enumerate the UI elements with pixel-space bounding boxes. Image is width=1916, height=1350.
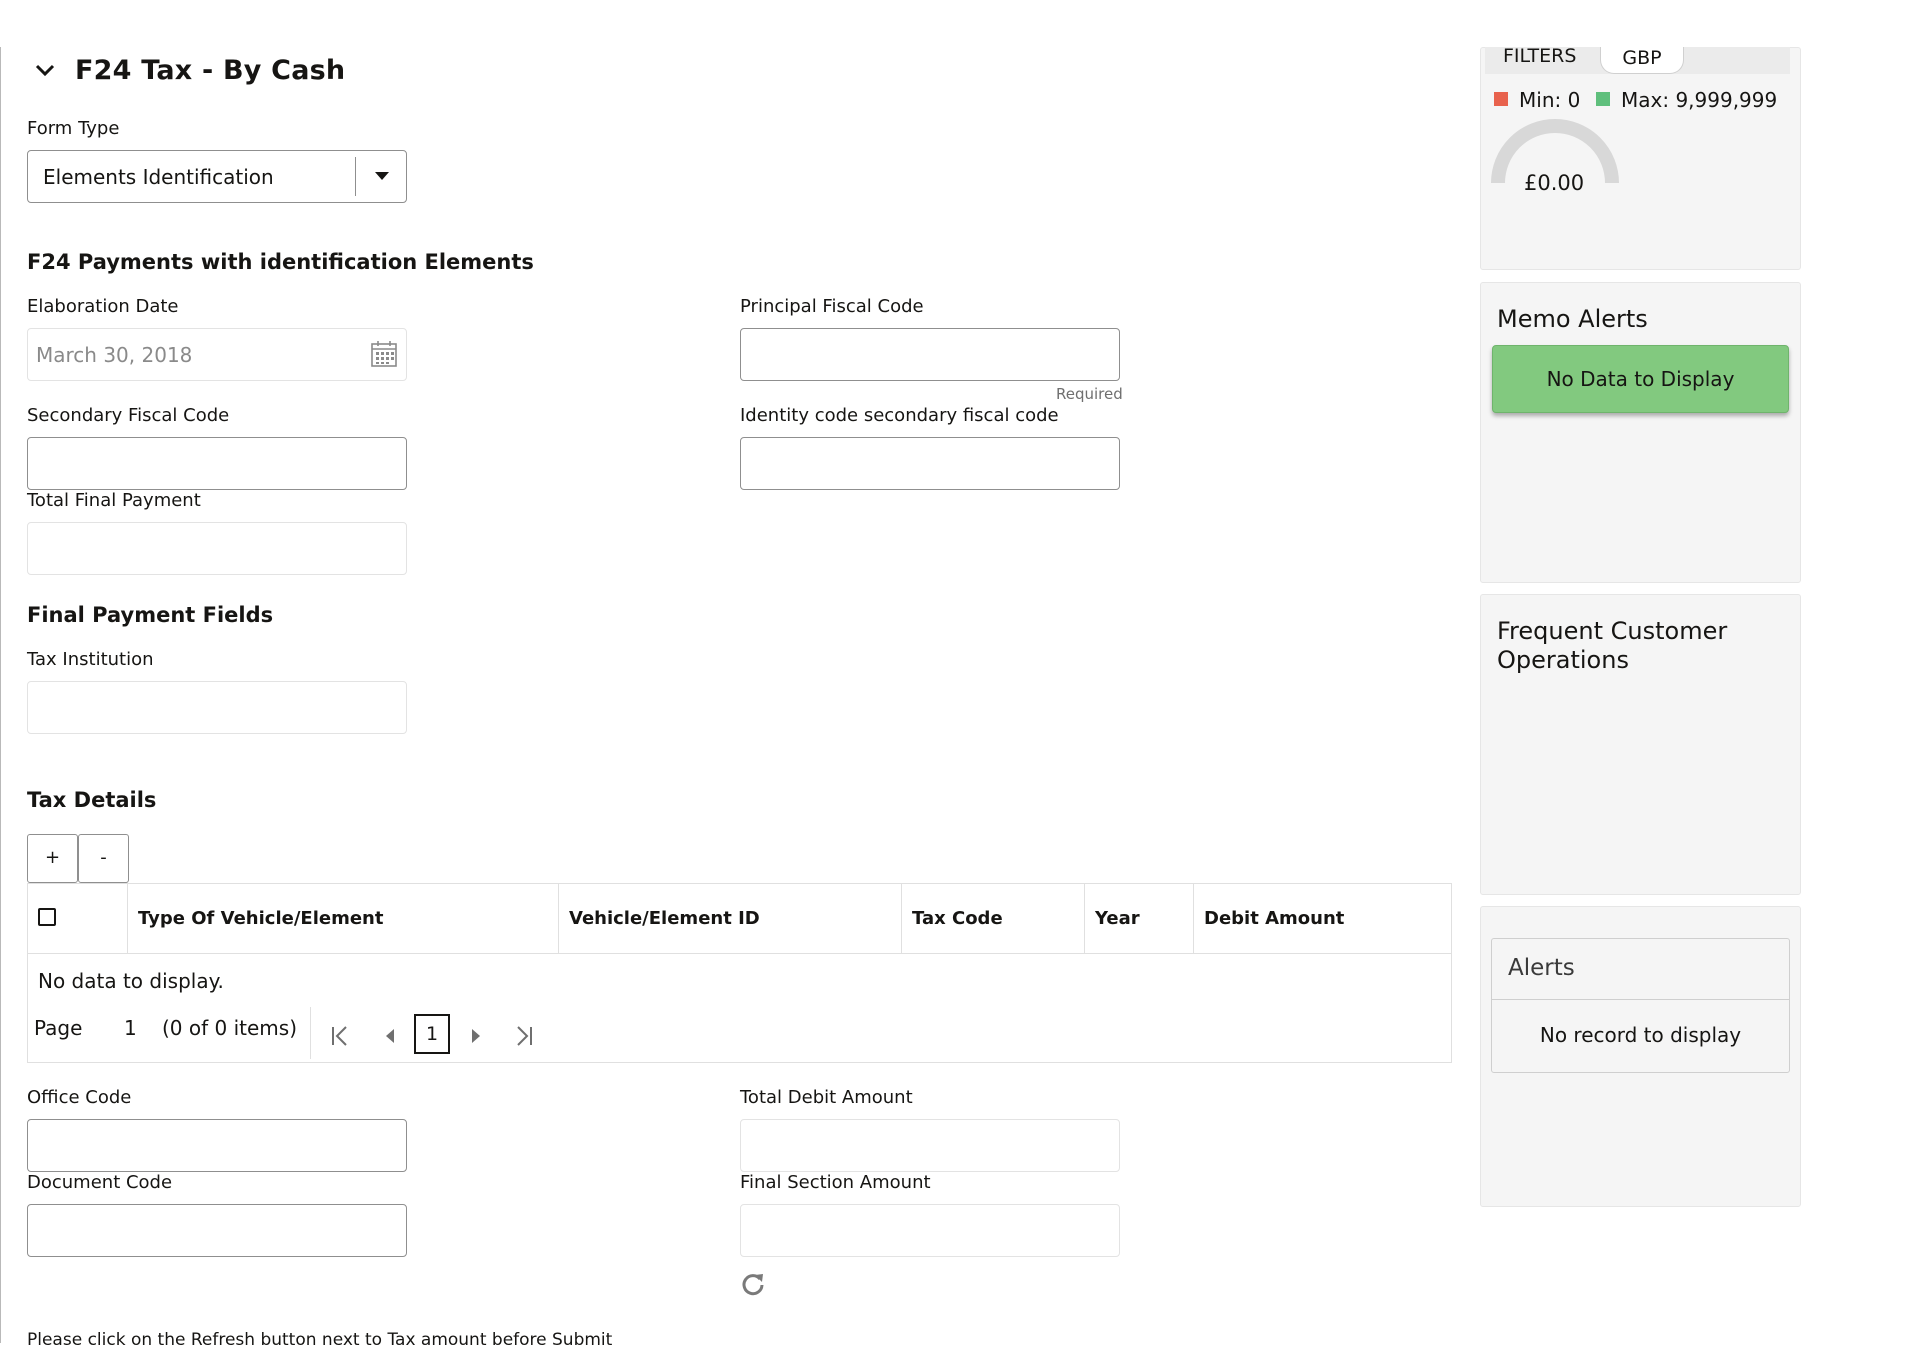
column-header-type[interactable]: Type Of Vehicle/Element xyxy=(127,884,383,953)
memo-alerts-no-data-button[interactable]: No Data to Display xyxy=(1492,345,1789,413)
select-divider xyxy=(355,157,356,196)
frequent-operations-title-line1: Frequent Customer xyxy=(1497,617,1728,645)
memo-alerts-title: Memo Alerts xyxy=(1497,305,1648,333)
gauge-value: £0.00 xyxy=(1524,171,1585,195)
principal-fiscal-code-input[interactable] xyxy=(740,328,1120,381)
min-legend-label: Min: 0 xyxy=(1519,88,1581,112)
secondary-fiscal-code-input[interactable] xyxy=(27,437,407,490)
tax-details-heading: Tax Details xyxy=(27,788,157,812)
table-header: Type Of Vehicle/Element Vehicle/Element … xyxy=(28,884,1451,954)
final-section-amount-field xyxy=(740,1204,1120,1257)
first-page-icon[interactable] xyxy=(330,1025,350,1047)
content-left-border xyxy=(0,47,1,1343)
total-final-payment-field xyxy=(27,522,407,575)
chevron-down-icon[interactable] xyxy=(34,59,56,81)
total-final-payment-label: Total Final Payment xyxy=(27,490,201,511)
form-type-value: Elements Identification xyxy=(43,165,274,189)
column-header-tax-code[interactable]: Tax Code xyxy=(901,884,1003,953)
secondary-fiscal-code-label: Secondary Fiscal Code xyxy=(27,405,230,426)
pager-divider xyxy=(310,1007,311,1059)
min-legend-swatch xyxy=(1494,92,1508,106)
max-legend-swatch xyxy=(1596,92,1610,106)
frequent-operations-title: Frequent Customer Operations xyxy=(1497,617,1727,675)
principal-fiscal-code-label: Principal Fiscal Code xyxy=(740,296,924,317)
table-empty-message: No data to display. xyxy=(38,969,224,993)
max-legend-label: Max: 9,999,999 xyxy=(1621,88,1778,112)
form-type-select[interactable]: Elements Identification xyxy=(27,150,407,203)
column-header-vehicle-id[interactable]: Vehicle/Element ID xyxy=(558,884,760,953)
form-type-label: Form Type xyxy=(27,118,120,139)
pager-current-page[interactable]: 1 xyxy=(414,1014,450,1054)
total-debit-amount-label: Total Debit Amount xyxy=(740,1087,913,1108)
add-row-button[interactable]: + xyxy=(27,834,78,883)
tax-institution-field xyxy=(27,681,407,734)
currency-tab[interactable]: GBP xyxy=(1600,47,1684,74)
refresh-note: Please click on the Refresh button next … xyxy=(27,1330,613,1350)
elaboration-date-field: March 30, 2018 xyxy=(27,328,407,381)
office-code-input[interactable] xyxy=(27,1119,407,1172)
pager-items-count: (0 of 0 items) xyxy=(162,1016,298,1040)
document-code-label: Document Code xyxy=(27,1172,173,1193)
calendar-icon[interactable] xyxy=(370,340,398,368)
required-hint: Required xyxy=(1056,385,1123,403)
filters-tab[interactable]: FILTERS xyxy=(1503,45,1576,67)
tax-details-table: Type Of Vehicle/Element Vehicle/Element … xyxy=(27,883,1452,1063)
final-section-amount-label: Final Section Amount xyxy=(740,1172,931,1193)
select-all-checkbox[interactable] xyxy=(38,908,56,926)
identity-code-input[interactable] xyxy=(740,437,1120,490)
section-title: F24 Tax - By Cash xyxy=(75,55,346,86)
frequent-operations-card: Frequent Customer Operations xyxy=(1480,594,1801,895)
pager-page-number: 1 xyxy=(124,1016,137,1040)
elaboration-date-value: March 30, 2018 xyxy=(36,343,193,367)
refresh-icon[interactable] xyxy=(741,1272,765,1296)
remove-row-button[interactable]: - xyxy=(78,834,129,883)
prev-page-icon[interactable] xyxy=(384,1027,396,1045)
identification-heading: F24 Payments with identification Element… xyxy=(27,250,534,274)
alerts-empty-message: No record to display xyxy=(1539,1023,1742,1047)
alerts-header: Alerts xyxy=(1492,939,1789,1000)
column-header-debit-amount[interactable]: Debit Amount xyxy=(1193,884,1344,953)
document-code-input[interactable] xyxy=(27,1204,407,1257)
last-page-icon[interactable] xyxy=(514,1025,534,1047)
frequent-operations-title-line2: Operations xyxy=(1497,646,1629,674)
identity-code-label: Identity code secondary fiscal code xyxy=(740,405,1059,426)
alerts-title: Alerts xyxy=(1508,955,1575,981)
pager-label: Page xyxy=(34,1016,83,1040)
next-page-icon[interactable] xyxy=(470,1027,482,1045)
tax-institution-label: Tax Institution xyxy=(27,649,154,670)
column-header-year[interactable]: Year xyxy=(1084,884,1140,953)
caret-down-icon[interactable] xyxy=(375,172,389,180)
alerts-panel: Alerts No record to display xyxy=(1491,938,1790,1073)
elaboration-date-label: Elaboration Date xyxy=(27,296,179,317)
memo-alerts-card: Memo Alerts xyxy=(1480,282,1801,583)
total-debit-amount-field xyxy=(740,1119,1120,1172)
final-payment-heading: Final Payment Fields xyxy=(27,603,274,627)
office-code-label: Office Code xyxy=(27,1087,132,1108)
